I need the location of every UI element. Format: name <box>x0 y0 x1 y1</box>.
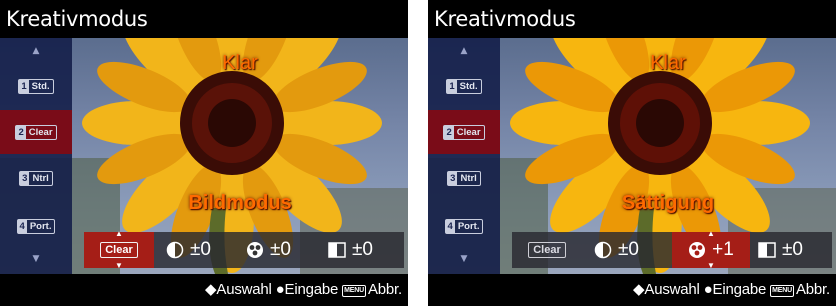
sidebar-item-ntrl[interactable]: 3 Ntrl <box>428 156 500 200</box>
sidebar-item-label: Std. <box>459 80 478 92</box>
up-arrow-icon: ▲ <box>707 229 715 238</box>
sidebar-item-label: Port. <box>457 220 480 232</box>
sidebar-item-number: 4 <box>445 219 455 233</box>
sidebar-item-label: Std. <box>31 80 50 92</box>
enter-dot-icon: ● <box>703 281 713 298</box>
sidebar-item-label: Clear <box>456 126 481 138</box>
sidebar-item-port[interactable]: 4 Port. <box>428 204 500 248</box>
sidebar-item-number: 3 <box>20 171 30 185</box>
footer-cancel: Abbr. <box>367 281 402 298</box>
contrast-value: ±0 <box>618 239 639 260</box>
up-arrow-icon: ▲ <box>115 229 123 238</box>
contrast-value: ±0 <box>190 239 211 260</box>
param-style-cell[interactable]: ▲ Clear ▼ <box>84 229 154 270</box>
camera-screen-right: Kreativmodus ▲ 1 Std. 2 Clear 3 Ntrl 4 P… <box>428 0 836 306</box>
sidebar-item-number: 1 <box>447 79 457 93</box>
sidebar-item-clear[interactable]: 2 Clear <box>428 110 500 154</box>
parameter-bar: Clear ±0 ▲ +1 ▼ ±0 <box>512 229 832 270</box>
param-name-label: Sättigung <box>621 192 715 214</box>
menu-button-icon: MENU <box>342 285 366 297</box>
sidebar-down-arrow-icon[interactable]: ▼ <box>0 254 72 264</box>
sidebar-item-std[interactable]: 1 Std. <box>0 64 72 108</box>
footer-cancel: Abbr. <box>795 281 830 298</box>
enter-dot-icon: ● <box>275 281 285 298</box>
param-saturation-cell[interactable]: ▲ +1 ▼ <box>672 229 750 270</box>
style-name-label: Klar <box>650 52 686 74</box>
sharpness-value: ±0 <box>352 239 373 260</box>
param-sharpness-cell[interactable]: ±0 <box>328 232 402 268</box>
sidebar-item-number: 4 <box>17 219 27 233</box>
sharpness-icon <box>758 242 776 258</box>
sidebar-item-label: Ntrl <box>460 172 477 184</box>
screen-title: Kreativmodus <box>428 0 836 38</box>
param-name-label: Bildmodus <box>188 192 292 214</box>
sidebar-item-label: Clear <box>28 126 53 138</box>
menu-button-icon: MENU <box>770 285 794 297</box>
sidebar-item-label: Ntrl <box>32 172 49 184</box>
footer-select: Auswahl <box>644 281 700 298</box>
param-contrast-cell[interactable]: ±0 <box>594 232 668 268</box>
style-sidebar: ▲ 1 Std. 2 Clear 3 Ntrl 4 Port. ▼ <box>0 38 72 274</box>
sidebar-down-arrow-icon[interactable]: ▼ <box>428 254 500 264</box>
contrast-icon <box>594 241 612 259</box>
sidebar-item-number: 1 <box>19 79 29 93</box>
style-tag: Clear <box>100 242 138 258</box>
sidebar-item-label: Port. <box>29 220 52 232</box>
saturation-value: +1 <box>712 239 734 260</box>
footer-enter: Eingabe <box>284 281 339 298</box>
sidebar-item-std[interactable]: 1 Std. <box>428 64 500 108</box>
param-sharpness-cell[interactable]: ±0 <box>758 232 832 268</box>
sharpness-value: ±0 <box>782 239 803 260</box>
saturation-value: ±0 <box>270 239 291 260</box>
select-arrows-icon: ◆ <box>205 281 217 298</box>
footer-hints: ◆Auswahl ●Eingabe MENU Abbr. <box>0 274 408 306</box>
camera-screen-left: Kreativmodus ▲ 1 Std. 2 Clear 3 Ntrl 4 P… <box>0 0 408 306</box>
footer-enter: Eingabe <box>712 281 767 298</box>
down-arrow-icon: ▼ <box>115 261 123 270</box>
sidebar-item-port[interactable]: 4 Port. <box>0 204 72 248</box>
param-contrast-cell[interactable]: ±0 <box>166 232 240 268</box>
param-saturation-cell[interactable]: ±0 <box>246 232 320 268</box>
param-style-cell[interactable]: Clear <box>512 232 582 268</box>
sidebar-up-arrow-icon[interactable]: ▲ <box>428 46 500 56</box>
screen-title: Kreativmodus <box>0 0 408 38</box>
sidebar-up-arrow-icon[interactable]: ▲ <box>0 46 72 56</box>
footer-select: Auswahl <box>216 281 272 298</box>
select-arrows-icon: ◆ <box>633 281 645 298</box>
sidebar-item-ntrl[interactable]: 3 Ntrl <box>0 156 72 200</box>
contrast-icon <box>166 241 184 259</box>
sidebar-item-number: 3 <box>448 171 458 185</box>
style-sidebar: ▲ 1 Std. 2 Clear 3 Ntrl 4 Port. ▼ <box>428 38 500 274</box>
footer-hints: ◆Auswahl ●Eingabe MENU Abbr. <box>428 274 836 306</box>
sidebar-item-number: 2 <box>444 125 454 139</box>
sidebar-item-number: 2 <box>16 125 26 139</box>
down-arrow-icon: ▼ <box>707 261 715 270</box>
saturation-icon <box>689 242 706 258</box>
sharpness-icon <box>328 242 346 258</box>
style-name-label: Klar <box>222 52 258 74</box>
style-tag: Clear <box>528 242 566 258</box>
sidebar-item-clear[interactable]: 2 Clear <box>0 110 72 154</box>
saturation-icon <box>247 242 263 258</box>
parameter-bar: ▲ Clear ▼ ±0 ±0 ±0 <box>84 229 404 270</box>
